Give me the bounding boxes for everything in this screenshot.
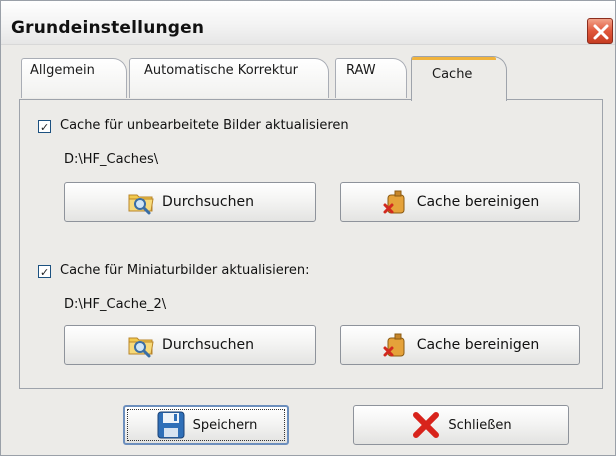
browse-button-label: Durchsuchen — [162, 194, 254, 210]
tab-label: Automatische Korrektur — [144, 63, 299, 78]
thumbnail-cache-checkbox[interactable]: ✓ — [38, 265, 51, 278]
window-title: Grundeinstellungen — [11, 18, 205, 38]
jerrycan-delete-icon — [383, 333, 405, 357]
save-button-label: Speichern — [192, 417, 258, 433]
tab-automatische-korrektur[interactable]: Automatische Korrektur — [129, 58, 329, 98]
thumbnail-cache-browse-button[interactable]: Durchsuchen — [64, 325, 316, 365]
folder-search-icon — [128, 337, 154, 358]
tab-allgemein[interactable]: Allgemein — [21, 58, 127, 98]
checkmark-icon: ✓ — [40, 266, 50, 279]
raw-cache-checkbox-label: Cache für unbearbeitete Bilder aktualisi… — [60, 118, 349, 133]
settings-dialog: Grundeinstellungen Allgemein Automatisch… — [0, 0, 616, 456]
raw-cache-browse-button[interactable]: Durchsuchen — [64, 182, 316, 222]
tab-raw[interactable]: RAW — [335, 58, 407, 98]
raw-cache-path: D:\HF_Caches\ — [64, 152, 159, 167]
tab-label: Cache — [432, 67, 473, 82]
tab-label: Allgemein — [30, 63, 95, 78]
close-button[interactable]: Schließen — [353, 405, 569, 445]
close-x-icon — [593, 24, 609, 40]
thumbnail-cache-clear-button[interactable]: Cache bereinigen — [340, 325, 580, 365]
save-button[interactable]: Speichern — [123, 405, 289, 445]
thumbnail-cache-path: D:\HF_Cache_2\ — [64, 297, 167, 312]
close-button-label: Schließen — [448, 417, 512, 433]
title-bar: Grundeinstellungen — [1, 1, 615, 45]
raw-cache-clear-button[interactable]: Cache bereinigen — [340, 182, 580, 222]
window-close-button[interactable] — [587, 18, 613, 44]
raw-cache-section: ✓ Cache für unbearbeitete Bilder aktuali… — [20, 100, 602, 240]
folder-search-icon — [128, 194, 154, 215]
jerrycan-delete-icon — [383, 190, 405, 214]
red-x-icon — [413, 412, 440, 438]
active-tab-accent — [412, 57, 496, 60]
clear-button-label: Cache bereinigen — [416, 337, 540, 353]
tab-cache[interactable]: Cache — [411, 56, 507, 101]
raw-cache-checkbox[interactable]: ✓ — [38, 120, 51, 133]
checkmark-icon: ✓ — [40, 121, 50, 134]
tab-label: RAW — [346, 63, 376, 78]
cache-settings-panel: ✓ Cache für unbearbeitete Bilder aktuali… — [19, 99, 603, 389]
floppy-disk-icon — [157, 411, 185, 439]
thumbnail-cache-section: ✓ Cache für Miniaturbilder aktualisieren… — [20, 245, 602, 390]
thumbnail-cache-checkbox-label: Cache für Miniaturbilder aktualisieren: — [60, 263, 310, 278]
browse-button-label: Durchsuchen — [162, 337, 254, 353]
clear-button-label: Cache bereinigen — [416, 194, 540, 210]
